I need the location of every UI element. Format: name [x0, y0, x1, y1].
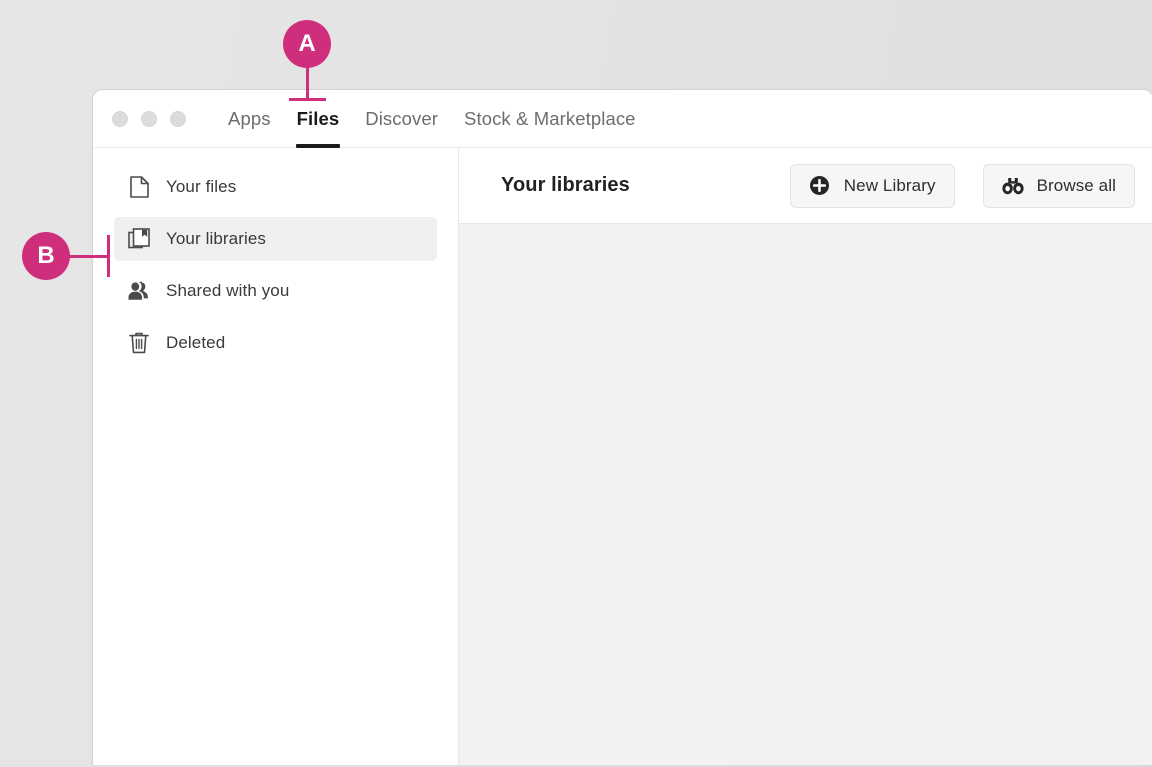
tab-stock-and-marketplace[interactable]: Stock & Marketplace [451, 90, 649, 147]
traffic-lights [112, 111, 186, 127]
tab-discover-label: Discover [365, 108, 438, 130]
sidebar-item-your-libraries[interactable]: Your libraries [114, 217, 437, 261]
binoculars-icon [1002, 175, 1024, 197]
primary-nav-tabs: Apps Files Discover Stock & Marketplace [215, 90, 649, 147]
callout-badge-a-label: A [298, 32, 315, 56]
document-icon [128, 176, 150, 198]
sidebar-item-your-libraries-label: Your libraries [166, 229, 266, 249]
tab-files-label: Files [297, 108, 340, 130]
plus-circle-icon [809, 175, 831, 197]
window-body: Your files Your libraries [93, 148, 1152, 765]
sidebar-item-deleted[interactable]: Deleted [114, 321, 437, 365]
sidebar: Your files Your libraries [93, 148, 459, 765]
libraries-content-area [459, 224, 1152, 765]
callout-b-leader-stem [69, 255, 109, 258]
people-icon [128, 280, 150, 302]
callout-b-leader-cap [107, 235, 110, 277]
sidebar-item-shared-with-you[interactable]: Shared with you [114, 269, 437, 313]
main-panel: Your libraries New Library [459, 148, 1152, 765]
page-title: Your libraries [501, 174, 790, 197]
new-library-button-label: New Library [844, 176, 936, 196]
header-actions: New Library [790, 164, 1135, 208]
callout-badge-b-label: B [37, 244, 54, 268]
callout-badge-b: B [22, 232, 70, 280]
window-tab-bar: Apps Files Discover Stock & Marketplace [93, 90, 1152, 148]
sidebar-item-deleted-label: Deleted [166, 333, 225, 353]
new-library-button[interactable]: New Library [790, 164, 955, 208]
trash-icon [128, 332, 150, 354]
callout-badge-a: A [283, 20, 331, 68]
tab-stock-and-marketplace-label: Stock & Marketplace [464, 108, 636, 130]
tab-discover[interactable]: Discover [352, 90, 451, 147]
sidebar-item-your-files[interactable]: Your files [114, 165, 437, 209]
callout-a-leader-cap [289, 98, 326, 101]
sidebar-item-shared-with-you-label: Shared with you [166, 281, 289, 301]
browse-all-button-label: Browse all [1037, 176, 1116, 196]
callout-a-leader-stem [306, 66, 309, 100]
main-header: Your libraries New Library [459, 148, 1152, 224]
tab-apps[interactable]: Apps [215, 90, 284, 147]
tab-apps-label: Apps [228, 108, 271, 130]
sidebar-item-your-files-label: Your files [166, 177, 236, 197]
browse-all-button[interactable]: Browse all [983, 164, 1135, 208]
zoom-window-button[interactable] [170, 111, 186, 127]
close-window-button[interactable] [112, 111, 128, 127]
library-icon [128, 228, 150, 250]
minimize-window-button[interactable] [141, 111, 157, 127]
app-window: Apps Files Discover Stock & Marketplace [92, 89, 1152, 765]
